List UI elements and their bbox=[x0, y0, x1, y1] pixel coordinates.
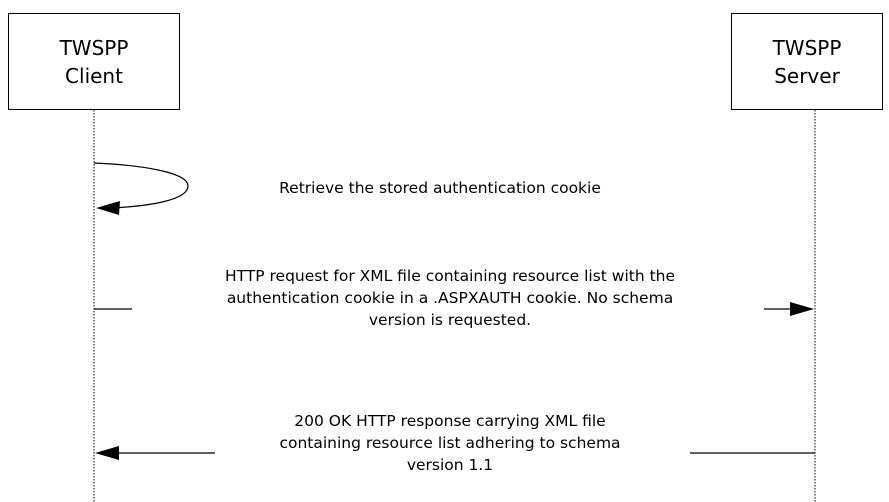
server-actor-box: TWSPP Server bbox=[731, 13, 883, 110]
self-message-loop bbox=[93, 162, 189, 209]
self-message-label: Retrieve the stored authentication cooki… bbox=[200, 177, 680, 199]
sequence-diagram: TWSPP Client TWSPP Server Retrieve the s… bbox=[0, 0, 889, 502]
server-actor-name-line2: Server bbox=[774, 63, 840, 88]
request-message-label: HTTP request for XML file containing res… bbox=[100, 265, 800, 331]
server-actor-name-line1: TWSPP bbox=[772, 35, 842, 60]
response-message-label: 200 OK HTTP response carrying XML file c… bbox=[100, 410, 800, 476]
client-actor-name-line1: TWSPP bbox=[59, 35, 129, 60]
response-message-line2: containing resource list adhering to sch… bbox=[279, 434, 621, 452]
client-actor-box: TWSPP Client bbox=[8, 13, 180, 110]
self-message-line: Retrieve the stored authentication cooki… bbox=[279, 179, 601, 197]
response-message-line1: 200 OK HTTP response carrying XML file bbox=[294, 412, 606, 430]
self-message-arrowhead bbox=[96, 201, 120, 215]
request-message-line2: authentication cookie in a .ASPXAUTH coo… bbox=[226, 289, 674, 307]
request-message-line3: version is requested. bbox=[368, 311, 532, 329]
request-message-line1: HTTP request for XML file containing res… bbox=[224, 267, 676, 285]
response-message-line3: version 1.1 bbox=[406, 456, 494, 474]
client-actor-name-line2: Client bbox=[65, 63, 123, 88]
